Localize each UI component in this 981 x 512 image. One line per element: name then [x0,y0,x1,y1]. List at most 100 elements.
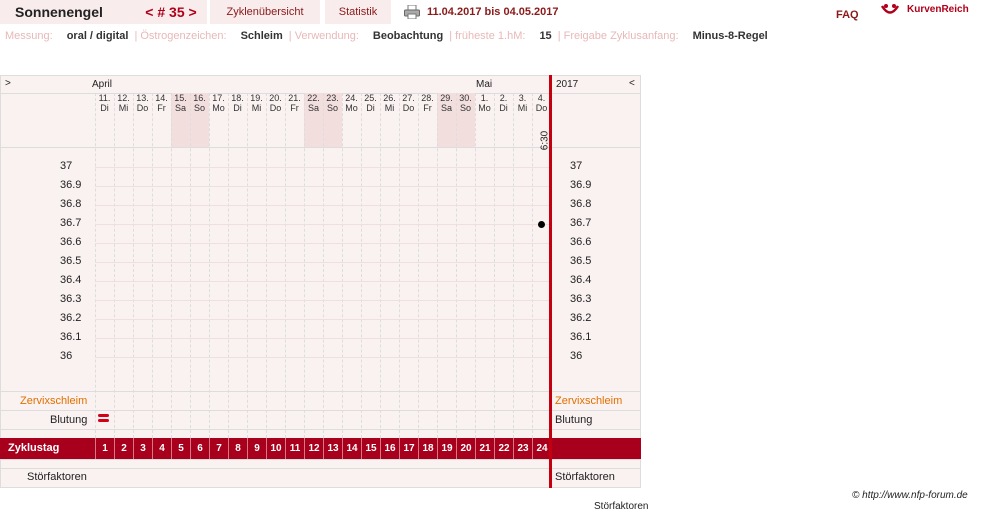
month-label-april: April [92,79,113,90]
vertical-gridline [228,93,229,438]
day-number: 3. [518,93,527,103]
y-tick-label-right: 36.4 [570,274,592,286]
day-header: 25. Di [361,93,380,113]
month-label-mai: Mai [476,79,493,90]
day-number: 19. [250,93,263,103]
y-tick-label-right: 36.3 [570,293,592,305]
day-number: 28. [421,93,434,103]
day-header: 3. Mi [513,93,532,113]
weekday: Mi [118,103,129,113]
vertical-gridline [171,93,172,438]
printer-icon[interactable] [404,5,420,19]
temp-gridline [95,205,550,206]
cycle-day-number: 13 [323,438,342,459]
chart-row-separator [0,468,641,469]
day-number: 24. [345,93,358,103]
cycle-day-number: 15 [361,438,380,459]
day-header: 19. Mi [247,93,266,113]
day-header: 20. Do [266,93,285,113]
vertical-gridline [114,93,115,438]
cycle-day-number: 4 [152,438,171,459]
day-header: 18. Di [228,93,247,113]
day-header: 30. So [456,93,475,113]
zyklustag-label: Zyklustag [8,442,60,454]
chart-row-separator [0,459,641,460]
temp-gridline [95,243,550,244]
weekday: Di [233,103,242,113]
y-tick-label-right: 36.6 [570,236,592,248]
vertical-gridline [418,93,419,438]
weekday: So [193,103,205,113]
temp-gridline [95,186,550,187]
day-header: 27. Do [399,93,418,113]
cycle-day-number: 2 [114,438,133,459]
day-number: 17. [212,93,225,103]
cycle-day-number: 5 [171,438,190,459]
day-header: 1. Mo [475,93,494,113]
y-tick-label-right: 36.9 [570,179,592,191]
weekday: Do [136,103,149,113]
setting-key: Messung: [5,30,53,42]
chart-row-separator [0,429,641,430]
tab-cycle-overview[interactable]: Zyklenübersicht [210,0,320,24]
cycle-switcher[interactable]: < # 35 > [135,0,207,24]
zervix-label-right: Zervixschleim [555,395,623,407]
copyright-text: © http://www.nfp-forum.de [852,490,968,501]
vertical-gridline [152,93,153,438]
day-number: 25. [364,93,377,103]
cycle-settings: Messung: oral / digital | Östrogenzeichen:… [5,30,768,42]
weekday: Sa [174,103,186,113]
cycle-day-number: 22 [494,438,513,459]
kurvenreich-logo-text[interactable]: KurvenReich [907,4,969,15]
day-number: 13. [136,93,149,103]
weekday: Sa [440,103,452,113]
vertical-gridline [209,93,210,438]
cycle-day-number: 9 [247,438,266,459]
cycle-day-number: 11 [285,438,304,459]
day-header: 28. Fr [418,93,437,113]
weekday: So [326,103,338,113]
day-number: 2. [499,93,508,103]
day-number: 26. [383,93,396,103]
faq-link[interactable]: FAQ [836,9,859,21]
temp-gridline [95,300,550,301]
day-header: 15. Sa [171,93,190,113]
y-tick-label: 36.7 [60,217,82,229]
cycle-day-number: 16 [380,438,399,459]
tab-statistics[interactable]: Statistik [325,0,391,24]
cycle-day-number: 21 [475,438,494,459]
cycle-day-number: 1 [95,438,114,459]
setting-value: Beobachtung [372,30,444,42]
blutung-label-right: Blutung [555,414,593,426]
y-tick-label-right: 36.5 [570,255,592,267]
weekday: Mo [478,103,491,113]
day-number: 23. [326,93,339,103]
y-tick-label: 36.4 [60,274,82,286]
weekday: Do [402,103,415,113]
cycle-day-number: 7 [209,438,228,459]
weekday: Di [499,103,508,113]
weekday: Fr [423,103,432,113]
weekday: Di [366,103,375,113]
setting-value: oral / digital [66,30,129,42]
weekday: Mi [384,103,395,113]
y-tick-label: 36.8 [60,198,82,210]
y-tick-label: 36.6 [60,236,82,248]
day-number: 15. [174,93,187,103]
scroll-left-arrow[interactable]: > [5,78,11,89]
setting-key: Östrogenzeichen: [140,30,227,42]
day-number: 21. [288,93,301,103]
scroll-right-arrow[interactable]: < [629,78,635,89]
day-header: 24. Mo [342,93,361,113]
y-tick-label-right: 36.8 [570,198,592,210]
vertical-gridline [380,93,381,438]
cycle-day-number: 18 [418,438,437,459]
cycle-day-number: 14 [342,438,361,459]
cycle-day-number: 8 [228,438,247,459]
y-tick-label-right: 37 [570,160,583,172]
blutung-label: Blutung [50,414,88,426]
weekday: Do [269,103,282,113]
temp-gridline [95,262,550,263]
day-header: 23. So [323,93,342,113]
y-tick-label: 36.3 [60,293,82,305]
